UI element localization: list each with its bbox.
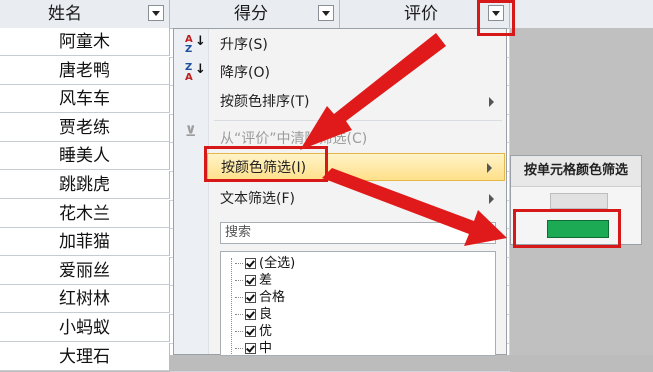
checkbox-checked[interactable] <box>245 326 256 337</box>
tree-dash <box>235 331 243 332</box>
header-row: 姓名 得分 评价 <box>0 0 653 29</box>
name-cell[interactable]: 小蚂蚁 <box>0 314 170 342</box>
name-cell[interactable]: 红树林 <box>0 285 170 314</box>
sort-descending-icon: Z A ↓ <box>185 62 206 83</box>
header-name-label: 姓名 <box>48 4 82 24</box>
checkbox-checked[interactable] <box>245 292 256 303</box>
filter-dropdown-menu: A Z ↓ 升序(S) Z A ↓ 降序(O) 按颜色排序(T) ⊻ 从“评价”中清除筛… <box>173 28 507 356</box>
checklist-item[interactable]: 差 <box>235 272 272 289</box>
search-input[interactable]: 搜索 <box>220 222 496 244</box>
name-cell[interactable]: 风车车 <box>0 85 170 114</box>
name-cell[interactable]: 加菲猫 <box>0 228 170 257</box>
menu-item-sort-desc-label: 降序(O) <box>220 65 270 81</box>
filter-dropdown-score-button[interactable] <box>318 5 334 21</box>
header-name-cell[interactable]: 姓名 <box>0 0 170 28</box>
checklist-item[interactable]: 中 <box>235 340 273 356</box>
tree-dash <box>235 280 243 281</box>
menu-item-sort-by-color-label: 按颜色排序(T) <box>220 94 310 110</box>
value-checklist: (全选) 差合格良优中 <box>220 251 496 356</box>
menu-item-sort-asc-label: 升序(S) <box>220 37 268 53</box>
tree-dash <box>235 314 243 315</box>
header-score-cell[interactable]: 得分 <box>170 0 340 28</box>
header-score-label: 得分 <box>234 4 268 24</box>
checklist-item[interactable]: (全选) <box>235 255 295 272</box>
search-icon <box>480 226 490 236</box>
checkbox-checked[interactable] <box>245 343 256 354</box>
checklist-item[interactable]: 合格 <box>235 289 285 306</box>
submenu-title: 按单元格颜色筛选 <box>511 156 641 187</box>
menu-separator <box>214 120 502 121</box>
clear-filter-icon: ⊻ <box>185 124 197 140</box>
checklist-item-label: (全选) <box>259 256 296 271</box>
submenu-arrow-icon <box>489 97 494 107</box>
tree-dash <box>235 297 243 298</box>
checklist-item[interactable]: 良 <box>235 306 272 323</box>
submenu-arrow-icon <box>489 194 494 204</box>
checklist-item-label: 差 <box>259 273 273 288</box>
tree-connector <box>231 258 233 355</box>
menu-item-sort-desc[interactable]: Z A ↓ 降序(O) <box>174 59 506 87</box>
name-cell[interactable]: 大理石 <box>0 342 170 371</box>
checklist-item-label: 优 <box>259 324 273 339</box>
no-fill-swatch[interactable] <box>550 193 608 209</box>
annotation-box-green-swatch <box>513 209 621 248</box>
checkbox-checked[interactable] <box>245 309 256 320</box>
name-cell[interactable]: 贾老练 <box>0 113 170 142</box>
name-cell[interactable]: 阿童木 <box>0 28 170 56</box>
checklist-item[interactable]: 优 <box>235 323 272 340</box>
name-cell[interactable]: 跳跳虎 <box>0 171 170 199</box>
filter-dropdown-name-button[interactable] <box>148 5 164 21</box>
name-cell[interactable]: 睡美人 <box>0 142 170 171</box>
menu-item-text-filter-label: 文本筛选(F) <box>220 191 295 207</box>
menu-item-text-filter[interactable]: 文本筛选(F) <box>174 185 506 213</box>
checklist-item-label: 中 <box>259 341 273 356</box>
checklist-item-label: 良 <box>259 307 273 322</box>
submenu-arrow-icon <box>487 163 492 173</box>
checkbox-checked[interactable] <box>245 275 256 286</box>
header-eval-label: 评价 <box>404 4 438 24</box>
annotation-box-filter-by-color <box>204 146 328 182</box>
search-placeholder: 搜索 <box>225 225 252 240</box>
annotation-box-dropdown <box>477 0 515 36</box>
name-cell[interactable]: 唐老鸭 <box>0 56 170 85</box>
tree-dash <box>235 263 243 264</box>
menu-item-sort-asc[interactable]: A Z ↓ 升序(S) <box>174 31 506 59</box>
sort-ascending-icon: A Z ↓ <box>185 34 206 55</box>
name-cell[interactable]: 花木兰 <box>0 199 170 228</box>
name-cell[interactable]: 爱丽丝 <box>0 256 170 285</box>
checkbox-checked[interactable] <box>245 258 256 269</box>
menu-item-sort-by-color[interactable]: 按颜色排序(T) <box>174 88 506 116</box>
checklist-item-label: 合格 <box>259 290 286 305</box>
tree-dash <box>235 348 243 349</box>
